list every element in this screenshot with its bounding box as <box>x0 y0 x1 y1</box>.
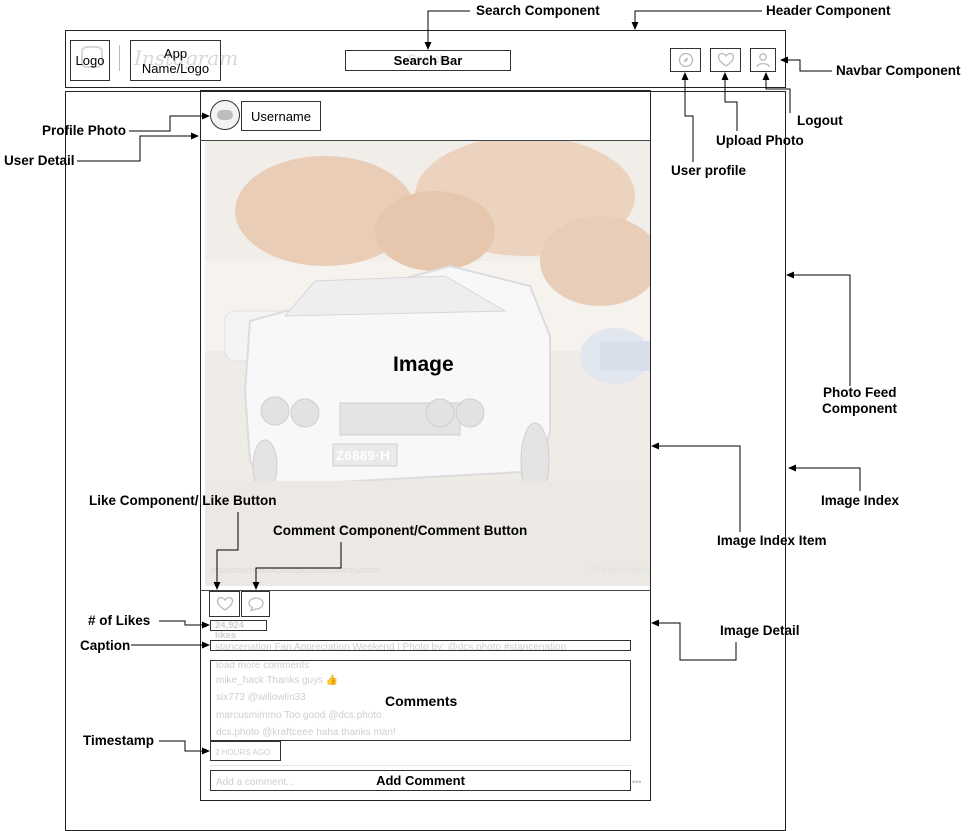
speech-bubble-icon <box>247 597 264 612</box>
search-bar-label: Search Bar <box>393 53 463 68</box>
comment-button[interactable] <box>241 591 270 617</box>
label-comment-component: Comment Component/Comment Button <box>273 523 528 538</box>
arrow-photo-feed <box>786 271 851 386</box>
load-more-comments[interactable]: load more comments <box>216 660 309 671</box>
timestamp-text: 2 HOURS AGO <box>215 748 271 757</box>
arrow-image-index <box>788 464 861 491</box>
more-options-icon[interactable]: ••• <box>632 777 641 787</box>
explore-button[interactable] <box>670 48 701 72</box>
comment-item: dcs.photo @kraftceee haha thanks man! <box>216 727 396 738</box>
username-label: Username <box>251 108 311 124</box>
username[interactable]: Username <box>241 101 321 131</box>
label-image-index-item: Image Index Item <box>717 533 827 548</box>
label-profile-photo: Profile Photo <box>42 123 126 138</box>
logo-placeholder[interactable]: Logo <box>70 40 110 81</box>
arrow-header-component <box>631 10 762 30</box>
add-comment-divider <box>210 765 631 766</box>
heart-icon <box>216 596 233 611</box>
profile-button[interactable] <box>750 48 776 72</box>
header-divider <box>119 45 120 71</box>
avatar-image <box>217 110 233 120</box>
user-icon <box>756 53 770 68</box>
watermark-left: STANCENATION FACEBOOK.COM/STANCENATION <box>211 568 380 575</box>
plate-text: Z6889·H <box>336 448 391 463</box>
app-name-placeholder[interactable]: App Name/Logo <box>130 40 221 81</box>
heart-icon <box>717 52 734 67</box>
compass-icon <box>678 52 693 68</box>
app-name-label: App Name/Logo <box>141 45 210 76</box>
caption: stancenation Fan Appreciation Weekend | … <box>210 640 631 651</box>
label-user-profile: User profile <box>671 163 747 178</box>
search-bar[interactable]: Search Bar <box>345 50 511 71</box>
label-num-likes: # of Likes <box>88 613 151 628</box>
label-photo-feed-1: Photo Feed <box>823 385 897 400</box>
label-photo-feed-2: Component <box>822 401 897 416</box>
comment-item: mike_hack Thanks guys 👍 <box>216 675 339 686</box>
label-image-index: Image Index <box>821 493 900 508</box>
label-logout: Logout <box>797 113 843 128</box>
upload-button[interactable] <box>710 48 741 72</box>
label-like-component: Like Component/ Like Button <box>89 493 277 508</box>
watermark-right: Stancenation <box>590 565 650 576</box>
timestamp: 2 HOURS AGO <box>210 741 281 761</box>
logo-label: Logo <box>75 53 105 68</box>
comments-label: Comments <box>385 693 458 709</box>
label-navbar-component: Navbar Component <box>836 63 961 78</box>
label-timestamp: Timestamp <box>83 733 155 748</box>
label-image-detail: Image Detail <box>720 623 800 638</box>
label-header-component: Header Component <box>766 3 891 18</box>
avatar[interactable] <box>210 100 240 130</box>
label-caption: Caption <box>80 638 131 653</box>
likes-count: 24,924 likes <box>210 620 267 641</box>
label-search-component: Search Component <box>476 3 600 18</box>
image-label: Image <box>393 353 454 376</box>
comment-item: six773 @willowlin33 <box>216 692 306 703</box>
arrow-navbar-component <box>780 56 832 72</box>
add-comment-input[interactable]: Add a comment... Add Comment <box>210 770 631 791</box>
label-upload-photo: Upload Photo <box>716 133 804 148</box>
caption-text: stancenation Fan Appreciation Weekend | … <box>215 642 567 651</box>
comment-item: marcusmimmo Too good @dcs.photo <box>216 710 382 721</box>
add-comment-label: Add Comment <box>376 773 465 788</box>
label-user-detail: User Detail <box>4 153 75 168</box>
like-button[interactable] <box>209 591 240 617</box>
